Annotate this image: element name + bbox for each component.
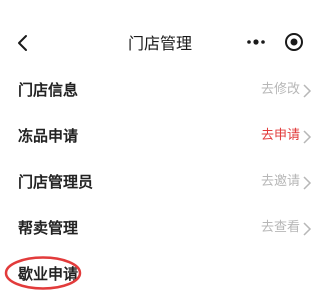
row-label: 门店管理员 <box>18 173 94 191</box>
page-title: 门店管理 <box>127 34 192 53</box>
store-info-row[interactable]: 门店信息 去修改 <box>0 67 320 113</box>
chevron-right-icon <box>303 176 312 190</box>
frozen-goods-row[interactable]: 冻品申请 去申请 <box>0 113 320 159</box>
more-dots-icon[interactable] <box>244 30 268 54</box>
row-action[interactable]: 去邀请 <box>261 173 300 191</box>
chevron-right-icon <box>303 222 312 236</box>
row-action[interactable]: 去申请 <box>261 127 300 145</box>
store-admin-row[interactable]: 门店管理员 去邀请 <box>0 159 320 205</box>
chevron-right-icon <box>303 130 312 144</box>
target-icon[interactable] <box>283 31 305 53</box>
row-label: 冻品申请 <box>18 127 79 145</box>
row-action[interactable]: 去修改 <box>261 81 300 99</box>
help-sell-row[interactable]: 帮卖管理 去查看 <box>0 205 320 251</box>
row-action[interactable]: 去查看 <box>261 219 300 237</box>
annotation-circle <box>4 256 82 290</box>
row-label: 门店信息 <box>18 81 79 99</box>
chevron-right-icon <box>303 84 312 98</box>
row-label: 帮卖管理 <box>18 219 79 237</box>
